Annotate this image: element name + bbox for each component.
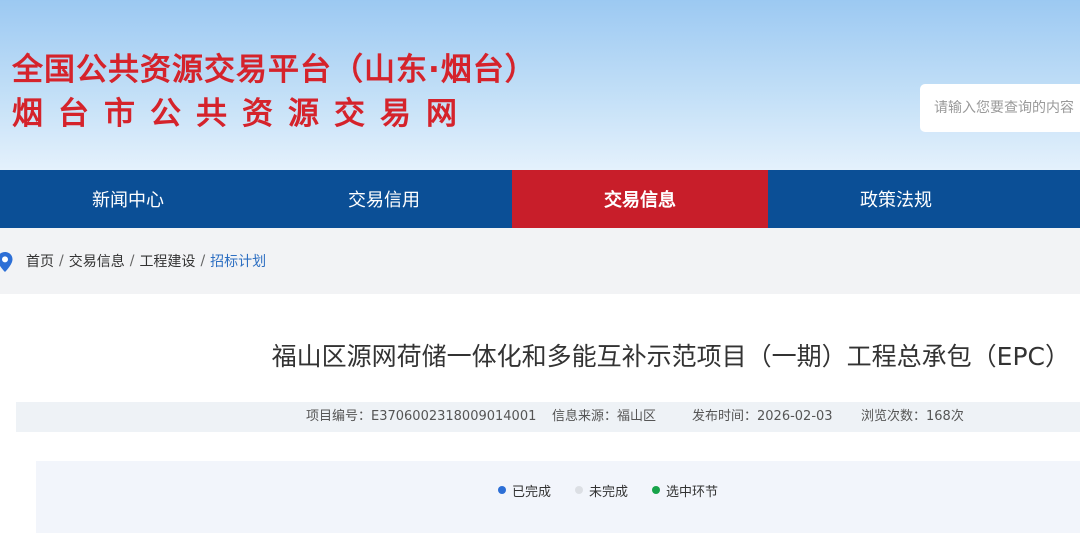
legend-label-incomplete: 未完成 bbox=[589, 484, 629, 500]
nav-item-policy-law[interactable]: 政策法规 bbox=[768, 170, 1024, 228]
search-box[interactable] bbox=[920, 84, 1080, 132]
meta-publish-time: 发布时间：2026-02-03 bbox=[692, 409, 833, 424]
legend-dot-completed bbox=[498, 486, 506, 494]
breadcrumb-separator: / bbox=[200, 253, 206, 269]
meta-views: 浏览次数：168次 bbox=[861, 409, 964, 424]
meta-source: 信息来源：福山区 bbox=[552, 409, 657, 424]
meta-project-number: 项目编号：E3706002318009014001 bbox=[306, 409, 537, 424]
nav-item-trade-credit[interactable]: 交易信用 bbox=[256, 170, 512, 228]
breadcrumb-separator: / bbox=[129, 253, 135, 269]
breadcrumb-home[interactable]: 首页 bbox=[26, 251, 54, 271]
legend-item-selected: 选中环节 bbox=[652, 480, 718, 500]
breadcrumb-separator: / bbox=[59, 253, 64, 269]
article-meta-bar: 项目编号：E3706002318009014001 信息来源：福山区 发布时间：… bbox=[16, 402, 1080, 432]
legend-label-completed: 已完成 bbox=[512, 484, 552, 500]
legend-dot-incomplete bbox=[575, 486, 584, 494]
main-nav: 新闻中心 交易信用 交易信息 政策法规 bbox=[0, 170, 1080, 228]
breadcrumb-engineering[interactable]: 工程建设 bbox=[139, 251, 195, 271]
breadcrumb-bar: 首页 / 交易信息 / 工程建设 / 招标计划 bbox=[0, 228, 1080, 294]
search-input[interactable] bbox=[934, 100, 1080, 116]
legend-item-incomplete: 未完成 bbox=[575, 480, 628, 500]
breadcrumb-bidding-plan[interactable]: 招标计划 bbox=[210, 251, 266, 271]
site-header: 全国公共资源交易平台（山东·烟台） 烟台市公共资源交易网 bbox=[0, 0, 1080, 170]
nav-item-news-center[interactable]: 新闻中心 bbox=[0, 170, 256, 228]
legend-dot-selected bbox=[652, 486, 661, 494]
nav-item-trade-info[interactable]: 交易信息 bbox=[512, 170, 768, 228]
article-title: 福山区源网荷储一体化和多能互补示范项目（一期）工程总承包（EPC） bbox=[271, 342, 1070, 371]
breadcrumb: 首页 / 交易信息 / 工程建设 / 招标计划 bbox=[26, 228, 266, 294]
location-pin-icon bbox=[0, 252, 13, 272]
legend-item-completed: 已完成 bbox=[498, 480, 551, 500]
site-title-line2: 烟台市公共资源交易网 bbox=[12, 96, 472, 132]
process-legend: 已完成 未完成 选中环节 bbox=[498, 480, 742, 500]
breadcrumb-trade-info[interactable]: 交易信息 bbox=[69, 251, 125, 271]
legend-label-selected: 选中环节 bbox=[666, 484, 719, 500]
site-title-line1: 全国公共资源交易平台（山东·烟台） bbox=[12, 52, 537, 88]
